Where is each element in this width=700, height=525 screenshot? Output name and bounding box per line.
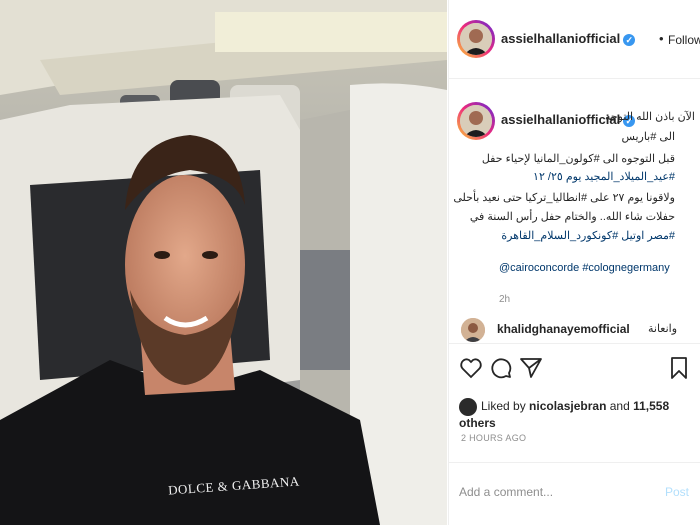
avatar-image bbox=[460, 105, 492, 137]
caption-hashtag-line[interactable]: #عيد_الميلاد_المجيد يوم ٢٥/ ١٢ bbox=[533, 170, 675, 183]
heart-icon[interactable] bbox=[459, 356, 483, 380]
caption-section: assielhallaniofficial ✓ الآن باذن الله ال… bbox=[449, 80, 700, 338]
comment-icon[interactable] bbox=[489, 356, 513, 380]
share-icon[interactable] bbox=[519, 356, 543, 380]
verified-icon: ✓ bbox=[623, 33, 636, 46]
caption-line[interactable]: الى #باريس bbox=[621, 130, 675, 143]
caption-line: حفلات شاء الله.. والختام حفل رأس السنة ف… bbox=[469, 211, 675, 223]
avatar[interactable] bbox=[460, 23, 492, 55]
post-side-panel: assielhallaniofficial✓ • Following assie… bbox=[448, 0, 700, 525]
header-separator: • bbox=[659, 31, 664, 46]
header-username[interactable]: assielhallaniofficial ✓ bbox=[501, 31, 636, 46]
post-photo[interactable]: DOLCE & GABBANA bbox=[0, 0, 447, 525]
following-button[interactable]: Following bbox=[668, 33, 700, 47]
instagram-post-window: DOLCE & GABBANA assielhallaniofficial ✓ •… bbox=[0, 0, 700, 525]
add-comment-bar: Post bbox=[449, 462, 700, 525]
post-header: assielhallaniofficial✓ • Following bbox=[449, 0, 700, 79]
liker-avatar[interactable] bbox=[459, 398, 477, 416]
liker-username[interactable]: nicolasjebran bbox=[529, 399, 606, 413]
comment-text: وانعانة bbox=[648, 323, 678, 335]
commenter-avatar[interactable] bbox=[461, 318, 485, 342]
caption-line: قبل التوجوه الى #كولون_المانيا لإحياء حف… bbox=[481, 153, 675, 165]
action-bar bbox=[449, 343, 700, 395]
avatar-image bbox=[460, 23, 492, 55]
post-comment-button[interactable]: Post bbox=[665, 485, 689, 499]
post-timestamp[interactable]: 2 HOURS AGO bbox=[461, 433, 526, 443]
likes-middle: and bbox=[606, 399, 634, 414]
commenter-username[interactable]: khalidghanayemofficial bbox=[497, 322, 630, 336]
likes-summary: Liked by nicolasjebran and 11,558 others bbox=[459, 398, 700, 430]
caption-line: الآن باذن الله التوجه bbox=[604, 111, 695, 123]
caption-line: ولاقونا يوم ٢٧ على #انطاليا_تركيا حتى نع… bbox=[453, 192, 675, 204]
caption-username-text[interactable]: assielhallaniofficial bbox=[501, 112, 620, 127]
commenter-avatar-image bbox=[461, 318, 485, 342]
caption-mention-line[interactable]: @cairoconcorde #colognegermany bbox=[499, 262, 670, 274]
caption-time-ago: 2h bbox=[499, 294, 511, 305]
likes-prefix: Liked by bbox=[481, 399, 530, 414]
bookmark-icon[interactable] bbox=[667, 356, 691, 380]
avatar[interactable] bbox=[460, 105, 492, 137]
comment-row: khalidghanayemofficial وانعانة bbox=[449, 312, 700, 342]
comment-input[interactable] bbox=[459, 485, 639, 499]
selfie-in-airplane-image bbox=[0, 0, 447, 525]
caption-hashtag-line[interactable]: #مصر اوتيل #كونكورد_السلام_القاهرة bbox=[501, 229, 675, 242]
header-username-text[interactable]: assielhallaniofficial bbox=[501, 31, 620, 46]
